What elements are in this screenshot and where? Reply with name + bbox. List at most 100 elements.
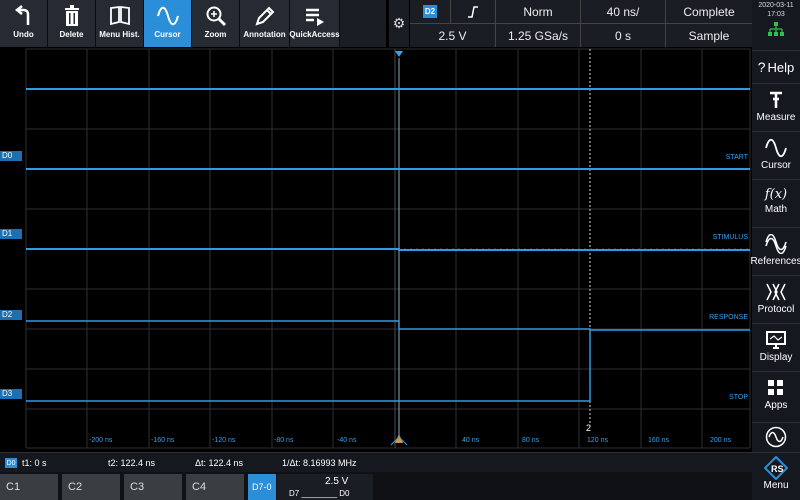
- settings-gear-button[interactable]: ⚙: [389, 0, 409, 47]
- trigger-level[interactable]: 2.5 V: [410, 24, 495, 47]
- cursor-t1: t1: 0 s: [22, 458, 47, 468]
- status-divider: [410, 23, 752, 24]
- sidebar-item-label: Menu: [763, 480, 789, 491]
- help-question-icon: ?: [757, 59, 766, 75]
- acquisition-state[interactable]: Complete: [666, 0, 752, 23]
- horizontal-position[interactable]: 0 s: [581, 24, 665, 47]
- channel-d70-button[interactable]: D7-0: [248, 474, 276, 500]
- trigger-source-badge[interactable]: D2: [423, 5, 437, 18]
- quickaccess-label: QuickAccess: [289, 30, 340, 39]
- x-tick-label: -80 ns: [274, 437, 294, 444]
- trigger-edge-rising-icon[interactable]: [450, 0, 495, 23]
- signal-label-start: START: [725, 154, 748, 161]
- x-tick-label: 160 ns: [648, 437, 670, 444]
- channel-label-d2[interactable]: D2: [0, 310, 22, 320]
- channel-c1-button[interactable]: C1: [0, 474, 58, 500]
- right-sidebar: 2020-03-11 17:03 ? Help Measure Cursor f…: [750, 0, 800, 500]
- svg-text:RS: RS: [771, 464, 784, 474]
- book-icon: [109, 5, 130, 26]
- sidebar-sine-circle-button[interactable]: [752, 422, 800, 452]
- signal-label-stimulus: STIMULUS: [712, 234, 748, 241]
- channel-c4-button[interactable]: C4: [186, 474, 244, 500]
- time: 17:03: [767, 11, 785, 18]
- cursor-source-badge[interactable]: D0: [5, 458, 17, 468]
- undo-label: Undo: [13, 30, 34, 39]
- signal-label-stop: STOP: [729, 394, 748, 401]
- sidebar-item-label: Math: [764, 204, 788, 215]
- channel-label-d3[interactable]: D3: [0, 389, 22, 399]
- acquisition-mode[interactable]: Sample: [666, 24, 752, 47]
- zoom-button[interactable]: Zoom: [192, 0, 240, 47]
- x-tick-label: 120 ns: [587, 437, 609, 444]
- date: 2020-03-11: [758, 2, 794, 9]
- sidebar-item-measure[interactable]: Measure: [752, 83, 800, 131]
- sidebar-item-cursor[interactable]: Cursor: [752, 131, 800, 179]
- x-tick-label: 80 ns: [522, 437, 540, 444]
- channel-label-d1[interactable]: D1: [0, 229, 22, 239]
- time-scale[interactable]: 40 ns/: [581, 0, 665, 23]
- delete-button[interactable]: Delete: [48, 0, 96, 47]
- sidebar-item-menu[interactable]: RS Menu: [752, 452, 800, 500]
- sidebar-item-label: Cursor: [760, 160, 791, 171]
- gear-icon: ⚙: [392, 15, 406, 31]
- cursor-label: Cursor: [154, 30, 181, 39]
- monitor-icon: [766, 331, 786, 349]
- channel-c2-button[interactable]: C2: [62, 474, 120, 500]
- cursor-2-marker[interactable]: 2: [586, 423, 591, 433]
- menu-hist-label: Menu Hist.: [99, 30, 140, 39]
- undo-button[interactable]: Undo: [0, 0, 48, 47]
- signal-label-response: RESPONSE: [709, 314, 748, 321]
- menu-hist-button[interactable]: Menu Hist.: [96, 0, 144, 47]
- channel-label-d0[interactable]: D0: [0, 151, 22, 161]
- channel-bar: C1 C2 C3 C4 D7-0 2.5 V D7 ________ D0: [0, 472, 752, 500]
- x-tick-label: -40 ns: [337, 437, 357, 444]
- logic-threshold: 2.5 V: [325, 476, 349, 487]
- sidebar-item-math[interactable]: f(x) Math: [752, 179, 800, 227]
- function-icon: f(x): [764, 187, 788, 202]
- protocol-icon: [766, 283, 786, 301]
- sidebar-item-label: Protocol: [757, 304, 795, 315]
- sidebar-item-references[interactable]: References: [750, 227, 800, 275]
- annotation-label: Annotation: [243, 30, 286, 39]
- trigger-mode[interactable]: Norm: [496, 0, 580, 23]
- x-tick-label: -200 ns: [89, 437, 113, 444]
- help-label: Help: [767, 59, 795, 75]
- sidebar-item-apps[interactable]: Apps: [752, 371, 800, 419]
- delete-label: Delete: [59, 30, 84, 39]
- date-time: 2020-03-11 17:03: [752, 1, 800, 19]
- sidebar-item-label: Apps: [764, 400, 788, 411]
- zoom-label: Zoom: [204, 30, 227, 39]
- cursor-t2: t2: 122.4 ns: [108, 458, 156, 468]
- reference-waveform-icon: [765, 234, 787, 254]
- trash-icon: [64, 5, 79, 26]
- help-button[interactable]: ? Help: [752, 50, 800, 83]
- cursor-inverse-delta-t: 1/Δt: 8.16993 MHz: [282, 458, 357, 468]
- sine-wave-icon: [156, 6, 179, 26]
- waveform-display[interactable]: D0 D1 D2 D3 START STIMULUS RESPONSE STOP…: [0, 48, 752, 450]
- quickaccess-icon: [305, 8, 324, 26]
- measure-icon: [770, 91, 782, 108]
- quickaccess-button[interactable]: QuickAccess: [289, 0, 340, 47]
- zoom-icon: [206, 6, 226, 27]
- rs-logo-icon: RS: [764, 456, 788, 480]
- cursor-readout-bar[interactable]: D0 t1: 0 s t2: 122.4 ns Δt: 122.4 ns 1/Δ…: [0, 452, 752, 472]
- cursor-button[interactable]: Cursor: [144, 0, 192, 47]
- sidebar-item-display[interactable]: Display: [752, 323, 800, 371]
- logic-group-info[interactable]: 2.5 V D7 ________ D0: [277, 474, 373, 500]
- x-tick-label: -160 ns: [151, 437, 175, 444]
- sine-wave-icon: [765, 138, 787, 158]
- cursor-delta-t: Δt: 122.4 ns: [195, 458, 244, 468]
- pencil-icon: [254, 6, 274, 26]
- status-panel: D2 Norm 40 ns/ Complete 2.5 V 1.25 GSa/s…: [410, 0, 752, 47]
- sidebar-item-protocol[interactable]: Protocol: [752, 275, 800, 323]
- logic-bit-range: D7 ________ D0: [289, 489, 350, 498]
- annotation-button[interactable]: Annotation: [240, 0, 290, 47]
- waveform-grid: [0, 48, 752, 450]
- sidebar-item-label: Display: [759, 352, 793, 363]
- sidebar-item-label: References: [750, 256, 800, 267]
- sample-rate[interactable]: 1.25 GSa/s: [496, 24, 580, 47]
- x-tick-label: 200 ns: [710, 437, 732, 444]
- x-tick-label: 40 ns: [462, 437, 480, 444]
- sidebar-item-label: Measure: [756, 112, 796, 123]
- channel-c3-button[interactable]: C3: [124, 474, 182, 500]
